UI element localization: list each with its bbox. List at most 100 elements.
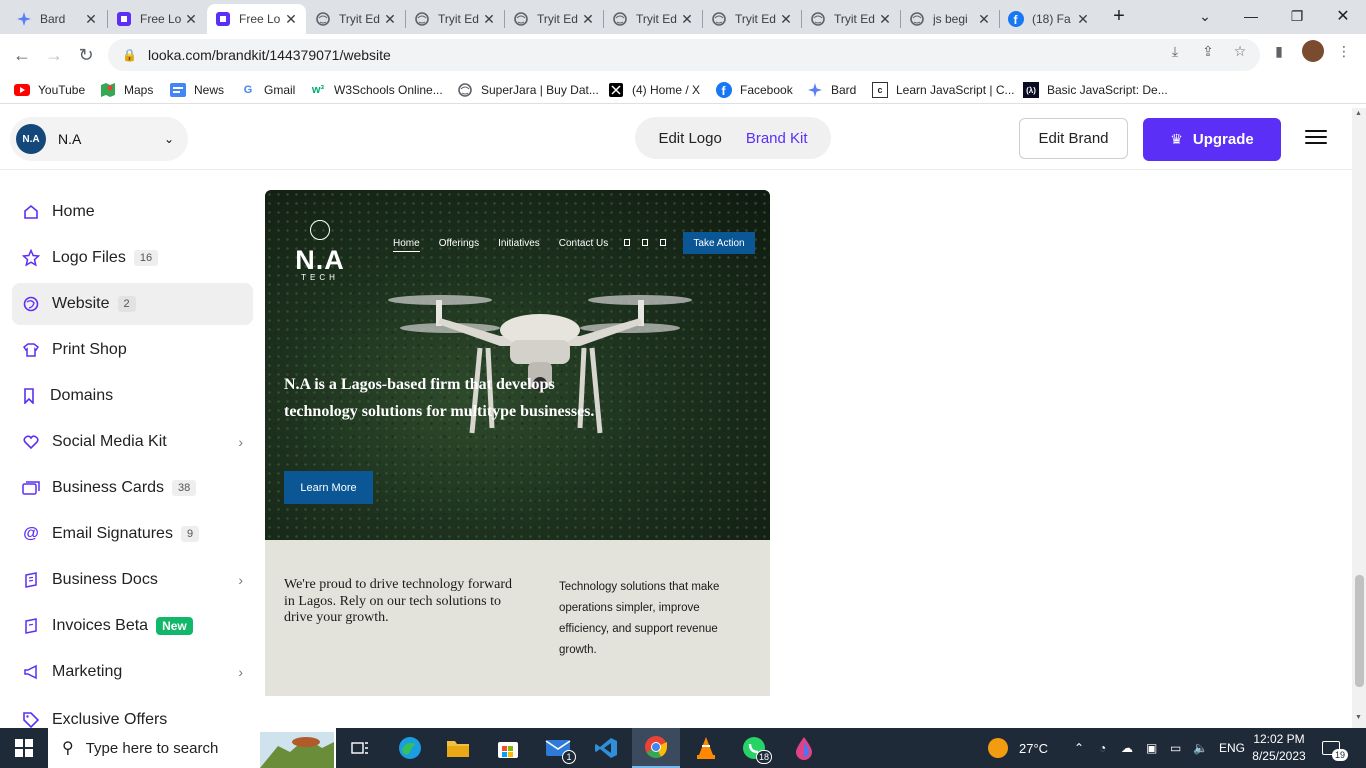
restore-button[interactable]: ❐ — [1274, 0, 1320, 32]
forward-button[interactable]: → — [39, 40, 69, 70]
browser-tab[interactable]: Bard ✕ — [8, 4, 106, 34]
close-icon[interactable]: ✕ — [878, 11, 892, 28]
sidebar-item-invoices[interactable]: Invoices Beta New — [12, 605, 253, 647]
side-panel-icon[interactable]: ▮ — [1270, 42, 1288, 60]
learn-more-button[interactable]: Learn More — [284, 471, 373, 504]
meet-icon[interactable]: ▣ — [1146, 728, 1157, 768]
browser-tab[interactable]: Tryit Ed ✕ — [604, 4, 702, 34]
bookmark-item[interactable]: SuperJara | Buy Dat... — [457, 81, 599, 99]
sidebar-item-logo-files[interactable]: Logo Files 16 — [12, 237, 253, 279]
address-bar[interactable]: 🔒 looka.com/brandkit/144379071/website — [108, 39, 1260, 71]
share-icon[interactable]: ⇪ — [1199, 42, 1217, 60]
bookmark-star-icon[interactable]: ☆ — [1231, 42, 1249, 60]
new-tab-button[interactable]: + — [1096, 0, 1142, 32]
preview-nav-initiatives[interactable]: Initiatives — [498, 238, 540, 252]
bookmark-item[interactable]: c Learn JavaScript | C... — [872, 81, 1015, 99]
browser-tab[interactable]: js begi ✕ — [901, 4, 999, 34]
drop-app-icon[interactable] — [780, 728, 828, 768]
bookmark-item[interactable]: w³ W3Schools Online... — [310, 81, 443, 99]
whatsapp-icon[interactable]: 18 — [730, 728, 778, 768]
upgrade-button[interactable]: ♛ Upgrade — [1143, 118, 1281, 161]
volume-icon[interactable]: 🔈 — [1193, 728, 1208, 768]
sidebar-item-email-signatures[interactable]: @ Email Signatures 9 — [12, 513, 253, 555]
bookmark-item[interactable]: YouTube — [14, 81, 85, 99]
scroll-down-icon[interactable]: ▼ — [1355, 714, 1362, 721]
bookmark-item[interactable]: f Facebook — [716, 81, 793, 99]
browser-tab[interactable]: f (18) Fa ✕ — [1000, 4, 1098, 34]
sidebar-item-domains[interactable]: Domains — [12, 375, 253, 417]
tab-search-chevron-icon[interactable]: ⌄ — [1182, 0, 1228, 32]
take-action-button[interactable]: Take Action — [683, 232, 755, 254]
taskbar-search[interactable]: ⚲ Type here to search — [48, 728, 336, 768]
preview-nav-offerings[interactable]: Offerings — [439, 238, 479, 252]
sidebar-item-exclusive-offers[interactable]: Exclusive Offers — [12, 699, 253, 728]
bookmark-item[interactable]: (λ) Basic JavaScript: De... — [1023, 81, 1168, 99]
file-explorer-icon[interactable] — [434, 728, 482, 768]
show-hidden-icons[interactable]: ⌃ — [1074, 728, 1084, 768]
close-icon[interactable]: ✕ — [84, 11, 98, 28]
mail-icon[interactable]: 1 — [534, 728, 582, 768]
wifi-icon[interactable]: ◔ — [1099, 728, 1106, 768]
bookmark-item[interactable]: Bard — [807, 81, 856, 99]
chrome-icon[interactable] — [632, 728, 680, 768]
back-button[interactable]: ← — [7, 40, 37, 70]
sidebar-item-social-media-kit[interactable]: Social Media Kit › — [12, 421, 253, 463]
browser-tab[interactable]: Free Lo ✕ — [108, 4, 206, 34]
tab-brand-kit[interactable]: Brand Kit — [746, 130, 808, 147]
microsoft-store-icon[interactable] — [484, 728, 532, 768]
sidebar-item-print-shop[interactable]: Print Shop — [12, 329, 253, 371]
system-clock[interactable]: 12:02 PM 8/25/2023 — [1250, 731, 1308, 765]
edit-brand-button[interactable]: Edit Brand — [1019, 118, 1128, 159]
preview-nav-contact[interactable]: Contact Us — [559, 238, 608, 252]
close-icon[interactable]: ✕ — [779, 11, 793, 28]
page-scrollbar[interactable]: ▲ ▼ — [1352, 108, 1366, 728]
install-app-icon[interactable]: ⤓ — [1166, 42, 1184, 60]
sidebar-item-business-cards[interactable]: Business Cards 38 — [12, 467, 253, 509]
bookmark-item[interactable]: G Gmail — [240, 81, 296, 99]
close-icon[interactable]: ✕ — [581, 11, 595, 28]
tab-edit-logo[interactable]: Edit Logo — [658, 130, 721, 147]
social-icon[interactable] — [642, 239, 648, 246]
preview-nav-home[interactable]: Home — [393, 238, 420, 252]
close-icon[interactable]: ✕ — [680, 11, 694, 28]
browser-tab[interactable]: Tryit Ed ✕ — [307, 4, 405, 34]
more-menu-icon[interactable]: ⋮ — [1335, 42, 1353, 60]
notification-center-icon[interactable]: 19 — [1322, 728, 1349, 768]
bookmark-item[interactable]: Maps — [100, 81, 153, 99]
edge-icon[interactable] — [386, 728, 434, 768]
profile-avatar[interactable] — [1302, 40, 1324, 62]
scroll-up-icon[interactable]: ▲ — [1355, 110, 1362, 117]
battery-icon[interactable]: ▭ — [1170, 728, 1181, 768]
weather-widget[interactable]: 27°C — [988, 728, 1048, 768]
close-icon[interactable]: ✕ — [482, 11, 496, 28]
sidebar-item-website[interactable]: Website 2 — [12, 283, 253, 325]
windows-start-button[interactable] — [0, 728, 48, 768]
website-preview[interactable]: N.A TECH Home Offerings Initiatives Cont… — [265, 190, 770, 728]
browser-tab[interactable]: Tryit Ed ✕ — [703, 4, 801, 34]
sidebar-item-business-docs[interactable]: Business Docs › — [12, 559, 253, 601]
close-icon[interactable]: ✕ — [184, 11, 198, 28]
scroll-thumb[interactable] — [1355, 575, 1364, 687]
vlc-icon[interactable] — [682, 728, 730, 768]
close-icon[interactable]: ✕ — [383, 11, 397, 28]
sidebar-item-home[interactable]: Home — [12, 191, 253, 233]
browser-tab[interactable]: Tryit Ed ✕ — [406, 4, 504, 34]
browser-tab[interactable]: Tryit Ed ✕ — [505, 4, 603, 34]
close-window-button[interactable]: ✕ — [1320, 0, 1366, 32]
menu-icon[interactable] — [1305, 130, 1327, 148]
minimize-button[interactable]: — — [1228, 0, 1274, 32]
bookmark-item[interactable]: News — [170, 81, 224, 99]
bookmark-item[interactable]: (4) Home / X — [608, 81, 700, 99]
browser-tab[interactable]: Tryit Ed ✕ — [802, 4, 900, 34]
language-indicator[interactable]: ENG — [1219, 728, 1245, 768]
browser-tab-active[interactable]: Free Lo ✕ — [207, 4, 306, 34]
reload-button[interactable]: ↻ — [71, 40, 101, 70]
close-icon[interactable]: ✕ — [977, 11, 991, 28]
sidebar-item-marketing[interactable]: Marketing › — [12, 651, 253, 693]
onedrive-icon[interactable]: ☁ — [1121, 728, 1133, 768]
vscode-icon[interactable] — [582, 728, 630, 768]
close-icon[interactable]: ✕ — [1076, 11, 1090, 28]
social-icon[interactable] — [624, 239, 630, 246]
close-icon[interactable]: ✕ — [284, 11, 298, 28]
brand-selector[interactable]: N.A N.A ⌄ — [10, 117, 188, 161]
